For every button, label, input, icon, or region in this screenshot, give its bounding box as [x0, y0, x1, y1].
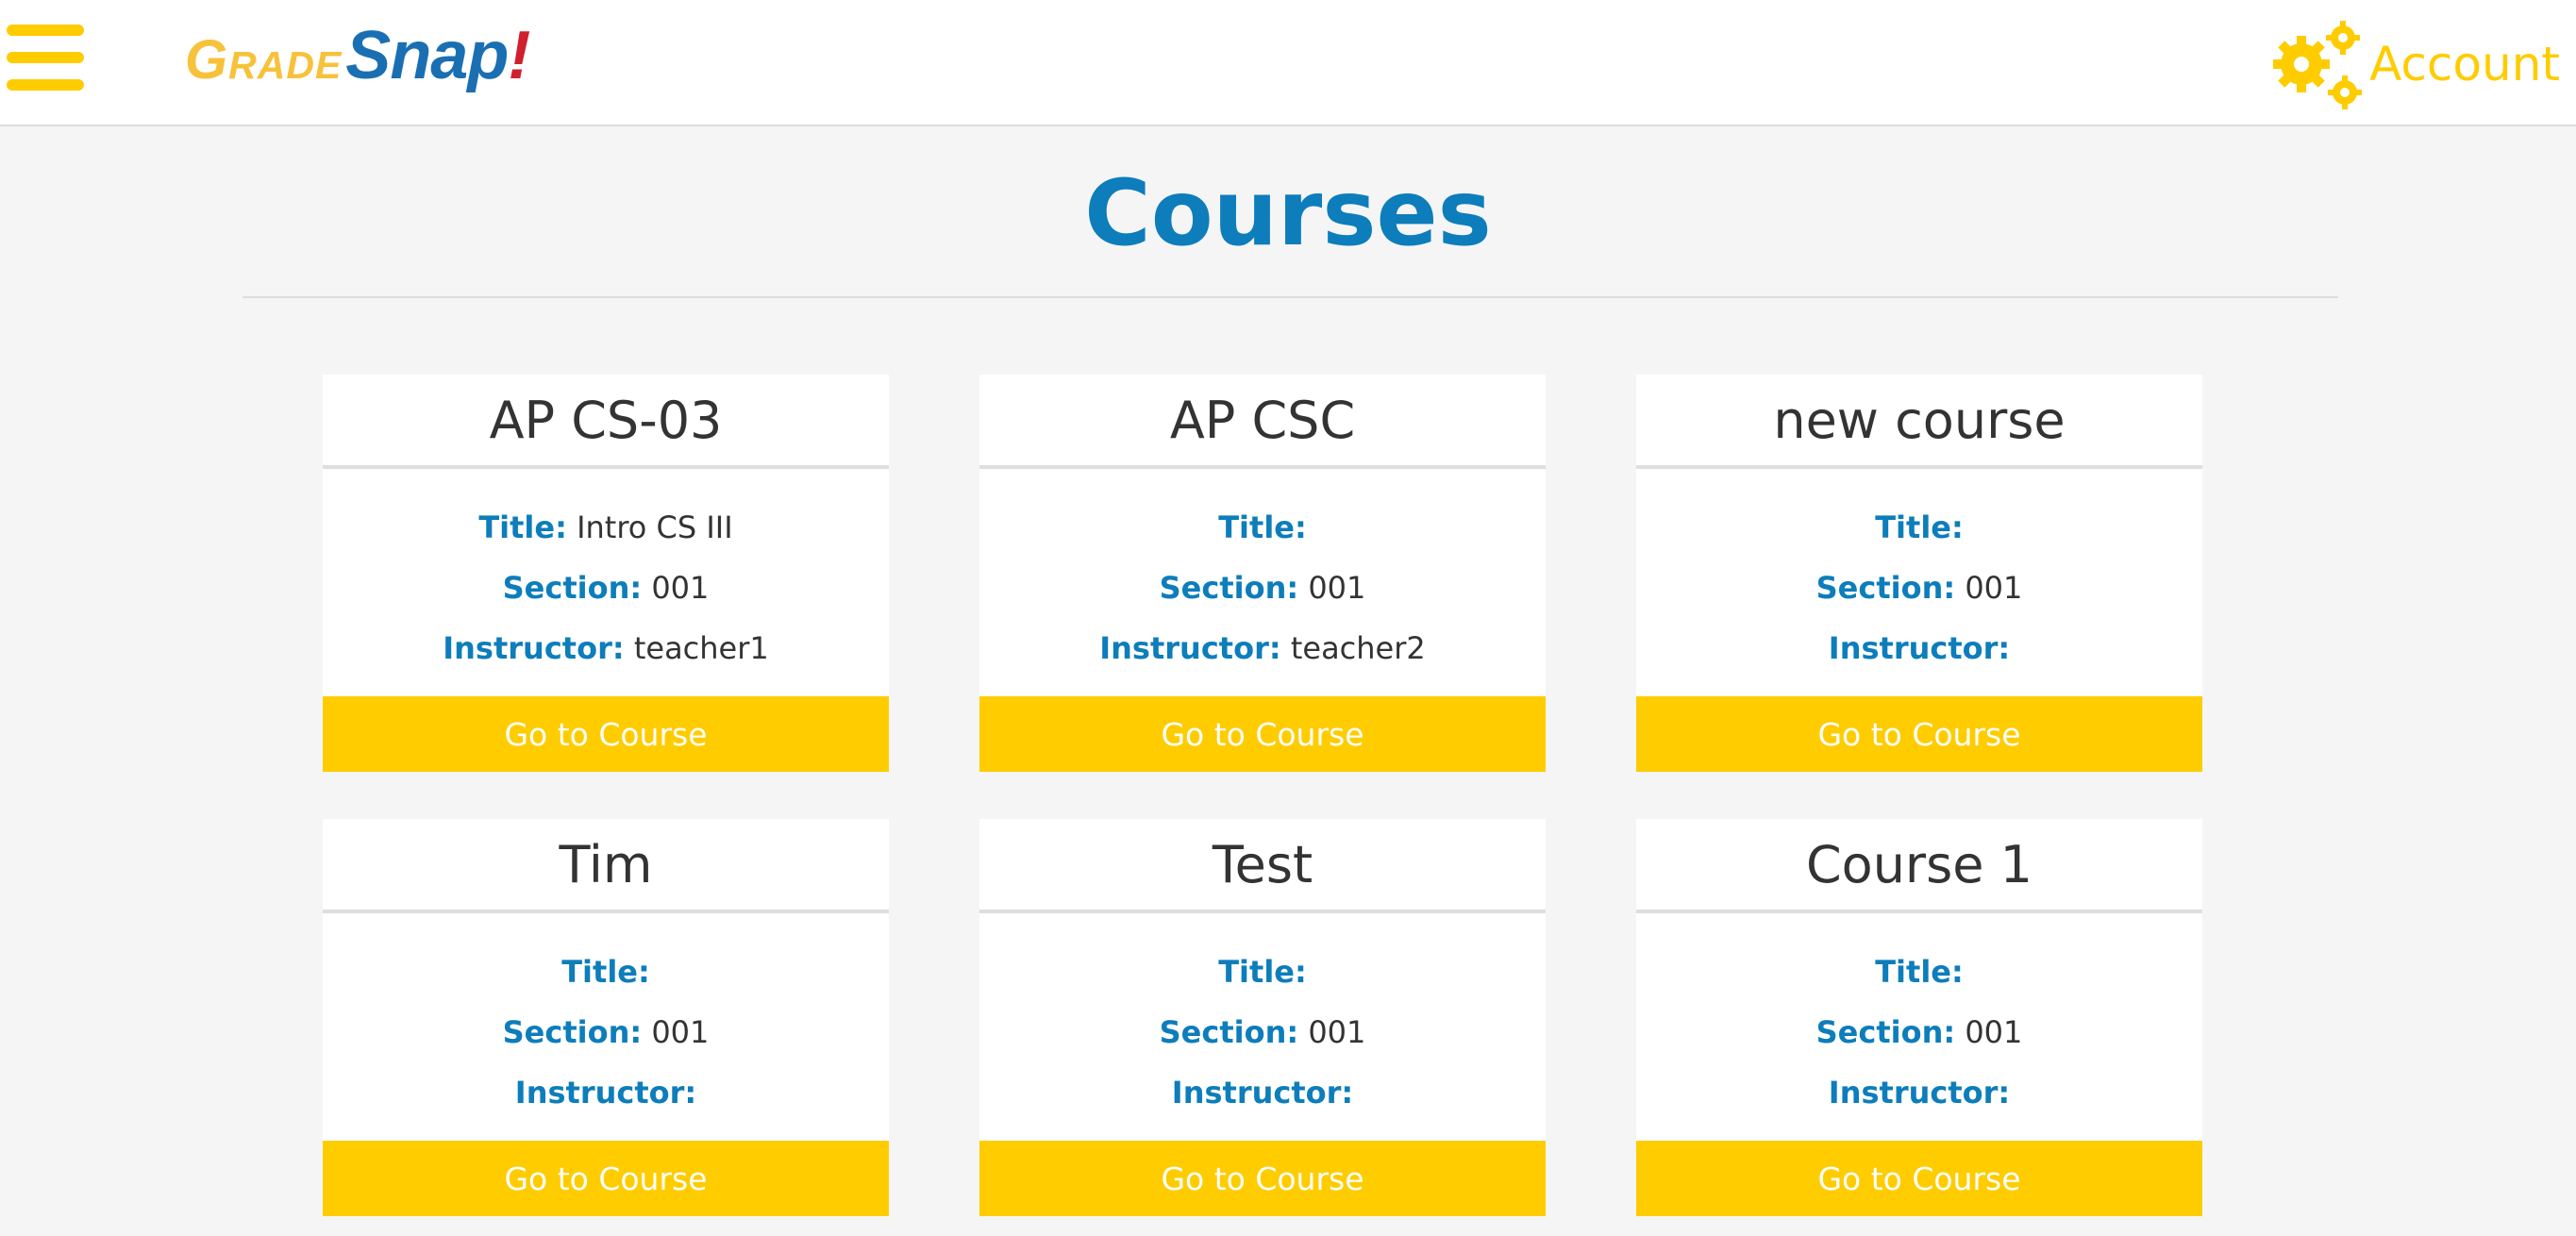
course-title-field: Title:: [979, 507, 1546, 567]
course-card: Course 1 Title: Section: 001 Instructor:…: [1636, 819, 2202, 1216]
course-section-field: Section: 001: [979, 567, 1546, 627]
section-label: Section:: [502, 1014, 643, 1050]
instructor-label: Instructor:: [443, 630, 625, 666]
account-label: Account: [2369, 37, 2560, 92]
course-section-value: 001: [1308, 1014, 1366, 1050]
hamburger-bar: [7, 52, 84, 63]
instructor-label: Instructor:: [1099, 630, 1281, 666]
course-section-field: Section: 001: [979, 1011, 1546, 1072]
go-to-course-button[interactable]: Go to Course: [1636, 1141, 2202, 1216]
title-label: Title:: [561, 954, 650, 990]
course-name: Test: [979, 819, 1546, 913]
hamburger-bar: [7, 25, 84, 36]
course-instructor-value: teacher1: [633, 630, 769, 666]
course-title-field: Title:: [979, 951, 1546, 1011]
course-card: new course Title: Section: 001 Instructo…: [1636, 375, 2202, 772]
section-label: Section:: [1159, 570, 1299, 606]
course-card: Test Title: Section: 001 Instructor: Go …: [979, 819, 1546, 1216]
course-section-value: 001: [1965, 1014, 2023, 1050]
title-label: Title:: [1218, 509, 1307, 545]
course-instructor-field: Instructor:: [979, 1072, 1546, 1132]
section-label: Section:: [1159, 1014, 1299, 1050]
course-title-field: Title:: [1636, 951, 2202, 1011]
instructor-label: Instructor:: [1828, 630, 2011, 666]
go-to-course-button[interactable]: Go to Course: [979, 696, 1546, 772]
instructor-label: Instructor:: [1828, 1075, 2011, 1111]
course-section-value: 001: [651, 1014, 710, 1050]
course-title-value: Intro CS III: [577, 509, 733, 545]
course-name: new course: [1636, 375, 2202, 469]
course-section-field: Section: 001: [1636, 1011, 2202, 1072]
course-instructor-field: Instructor:: [323, 1072, 889, 1132]
logo-snap-text: Snap: [345, 18, 509, 93]
course-instructor-field: Instructor:: [1636, 1072, 2202, 1132]
course-card: Tim Title: Section: 001 Instructor: Go t…: [323, 819, 889, 1216]
course-section-value: 001: [651, 570, 710, 606]
course-instructor-field: Instructor: teacher1: [323, 627, 889, 688]
go-to-course-button[interactable]: Go to Course: [323, 696, 889, 772]
course-section-field: Section: 001: [1636, 567, 2202, 627]
course-instructor-field: Instructor:: [1636, 627, 2202, 688]
course-instructor-field: Instructor: teacher2: [979, 627, 1546, 688]
course-name: Course 1: [1636, 819, 2202, 913]
course-instructor-value: teacher2: [1290, 630, 1426, 666]
instructor-label: Instructor:: [1171, 1075, 1354, 1111]
account-button[interactable]: Account: [2267, 17, 2560, 111]
course-title-field: Title:: [323, 951, 889, 1011]
section-label: Section:: [1815, 1014, 1956, 1050]
top-navbar: Grade Snap ! Account: [0, 0, 2576, 126]
course-section-field: Section: 001: [323, 1011, 889, 1072]
logo-grade-text: Grade: [185, 29, 343, 91]
title-label: Title:: [1875, 954, 1964, 990]
course-card: AP CS-03 Title: Intro CS III Section: 00…: [323, 375, 889, 772]
title-label: Title:: [478, 509, 567, 545]
instructor-label: Instructor:: [514, 1075, 697, 1111]
title-divider: [243, 296, 2338, 298]
hamburger-icon[interactable]: [7, 25, 84, 91]
logo-bang-text: !: [508, 18, 530, 93]
course-name: Tim: [323, 819, 889, 913]
course-section-value: 001: [1308, 570, 1366, 606]
go-to-course-button[interactable]: Go to Course: [1636, 696, 2202, 772]
course-name: AP CSC: [979, 375, 1546, 469]
course-section-field: Section: 001: [323, 567, 889, 627]
course-card: AP CSC Title: Section: 001 Instructor: t…: [979, 375, 1546, 772]
title-label: Title:: [1875, 509, 1964, 545]
go-to-course-button[interactable]: Go to Course: [323, 1141, 889, 1216]
course-title-field: Title: Intro CS III: [323, 507, 889, 567]
gears-icon: [2273, 21, 2363, 109]
page-title: Courses: [1084, 160, 1492, 266]
section-label: Section:: [502, 570, 643, 606]
section-label: Section:: [1815, 570, 1956, 606]
course-title-field: Title:: [1636, 507, 2202, 567]
gradesnap-logo[interactable]: Grade Snap !: [185, 17, 530, 93]
title-label: Title:: [1218, 954, 1307, 990]
go-to-course-button[interactable]: Go to Course: [979, 1141, 1546, 1216]
course-section-value: 001: [1965, 570, 2023, 606]
hamburger-bar: [7, 79, 84, 91]
course-name: AP CS-03: [323, 375, 889, 469]
